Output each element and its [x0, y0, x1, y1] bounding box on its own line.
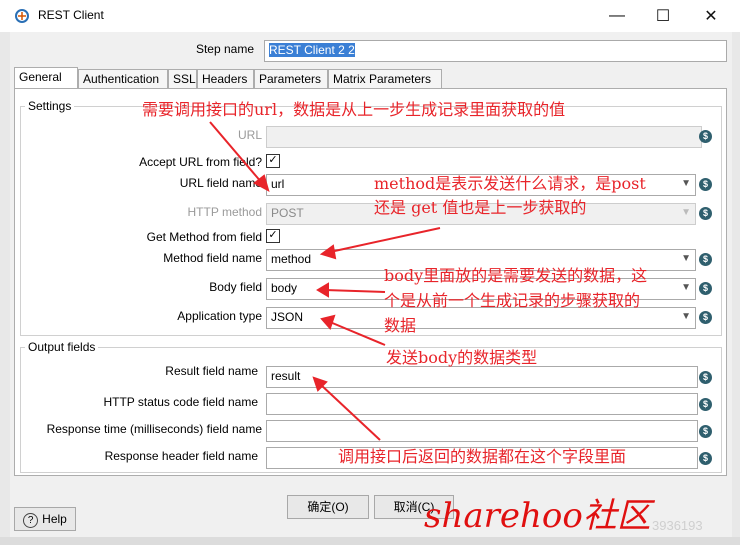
annotation-result: 调用接口后返回的数据都在这个字段里面	[338, 447, 627, 466]
annotation-method-line2: 还是 get 值也是上一步获取的	[374, 198, 587, 217]
arrow-to-app-type	[329, 321, 386, 346]
annotation-body-line2: 个是从前一个生成记录的步骤获取的	[384, 291, 641, 310]
arrow-to-method-field	[329, 227, 441, 253]
annotation-method-line1: method是表示发送什么请求，是post	[374, 174, 646, 193]
arrow-to-body-field	[324, 289, 386, 293]
watermark-small: 3936193	[652, 518, 703, 533]
arrow-to-result-field	[319, 383, 381, 441]
watermark-brand: sharehoo社区	[424, 496, 651, 536]
annotation-app-type: 发送body的数据类型	[386, 348, 538, 367]
annotation-url: 需要调用接口的url，数据是从上一步生成记录里面获取的值	[142, 100, 566, 119]
arrow-to-url-field	[209, 121, 263, 184]
annotation-body-line3: 数据	[384, 316, 417, 335]
annotation-body-line1: body里面放的是需要发送的数据，这	[384, 266, 648, 285]
